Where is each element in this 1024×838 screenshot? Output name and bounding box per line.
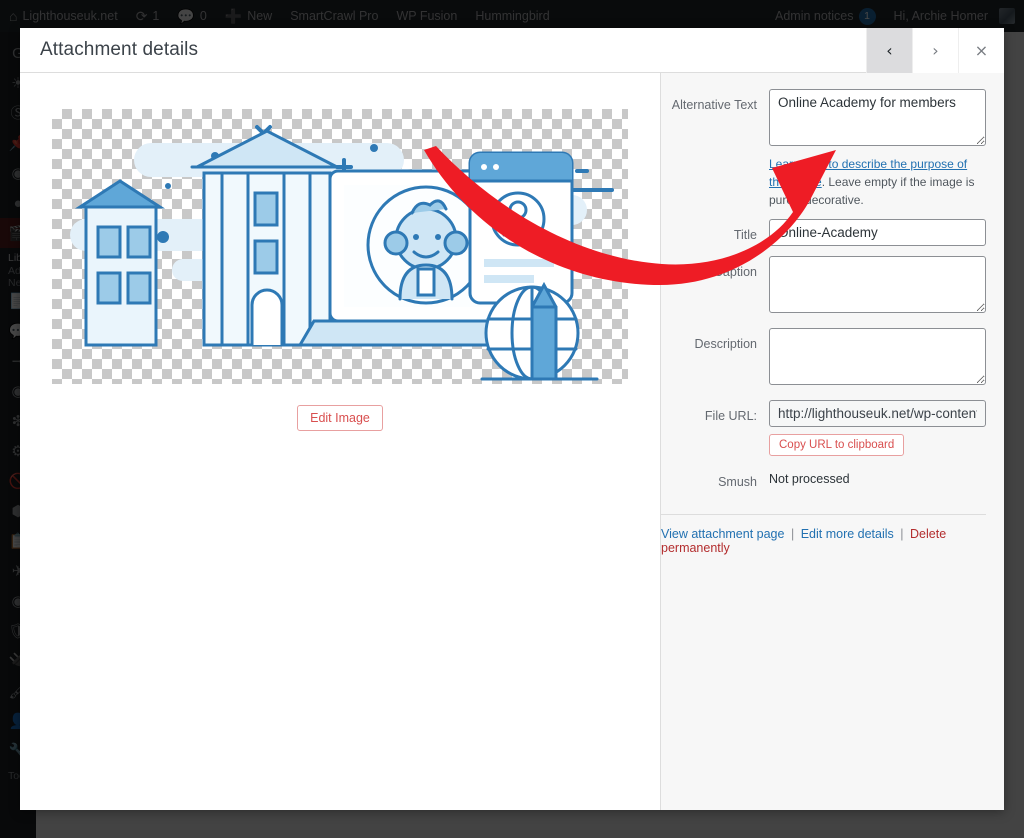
attachment-image (52, 109, 628, 384)
modal-nav-buttons: ‹ › × (866, 28, 1004, 73)
title-field-row: Title (661, 219, 986, 246)
previous-media-button[interactable]: ‹ (866, 28, 912, 73)
copy-url-button[interactable]: Copy URL to clipboard (769, 434, 905, 456)
edit-more-details-link[interactable]: Edit more details (801, 527, 894, 541)
actions-separator: | (790, 527, 795, 541)
alt-text-field-row: Alternative Text Learn how to describe t… (661, 89, 986, 209)
file-url-control: Copy URL to clipboard (769, 400, 986, 456)
file-url-input[interactable] (769, 400, 986, 427)
attachment-settings-pane: Alternative Text Learn how to describe t… (660, 73, 1004, 810)
title-input[interactable] (769, 219, 986, 246)
title-label: Title (733, 228, 757, 242)
smush-control: Not processed (769, 466, 986, 486)
description-control (769, 328, 986, 390)
attachment-actions: View attachment page | Edit more details… (661, 515, 986, 555)
file-url-label: File URL: (704, 409, 757, 423)
caption-control (769, 256, 986, 318)
online-academy-illustration (70, 125, 614, 381)
alt-text-input[interactable] (769, 89, 986, 146)
screen: G ☀ Ⓢ 📌 ◉ ● 🎬 Library Add New 📄 💬 ⊸ ◉ ❇ … (0, 0, 1024, 838)
caption-field-row: Caption (661, 256, 986, 318)
edit-image-button[interactable]: Edit Image (297, 405, 383, 431)
close-icon: × (974, 40, 989, 60)
page-title: Attachment details (40, 39, 199, 60)
attachment-details-modal: Attachment details ‹ › × Edit Image Alte… (20, 28, 1004, 810)
alt-text-control: Learn how to describe the purpose of the… (769, 89, 986, 209)
modal-body: Edit Image Alternative Text Learn how to… (20, 73, 1004, 810)
alt-text-help: Learn how to describe the purpose of the… (769, 155, 986, 209)
description-label: Description (694, 337, 757, 351)
description-field-row: Description (661, 328, 986, 390)
smush-label: Smush (718, 475, 757, 489)
view-attachment-page-link[interactable]: View attachment page (661, 527, 784, 541)
alt-text-label: Alternative Text (671, 98, 757, 112)
next-media-button[interactable]: › (912, 28, 958, 73)
attachment-preview-pane: Edit Image (20, 73, 660, 810)
caption-label: Caption (713, 265, 757, 279)
caption-input[interactable] (769, 256, 986, 313)
description-input[interactable] (769, 328, 986, 385)
actions-separator: | (900, 527, 904, 541)
close-modal-button[interactable]: × (958, 28, 1004, 73)
chevron-right-icon: › (932, 40, 939, 60)
modal-header: Attachment details ‹ › × (20, 28, 1004, 73)
smush-status: Not processed (769, 472, 850, 486)
chevron-left-icon: ‹ (886, 40, 893, 60)
smush-field-row: Smush Not processed (661, 466, 986, 492)
file-url-field-row: File URL: Copy URL to clipboard (661, 400, 986, 456)
title-control (769, 219, 986, 246)
